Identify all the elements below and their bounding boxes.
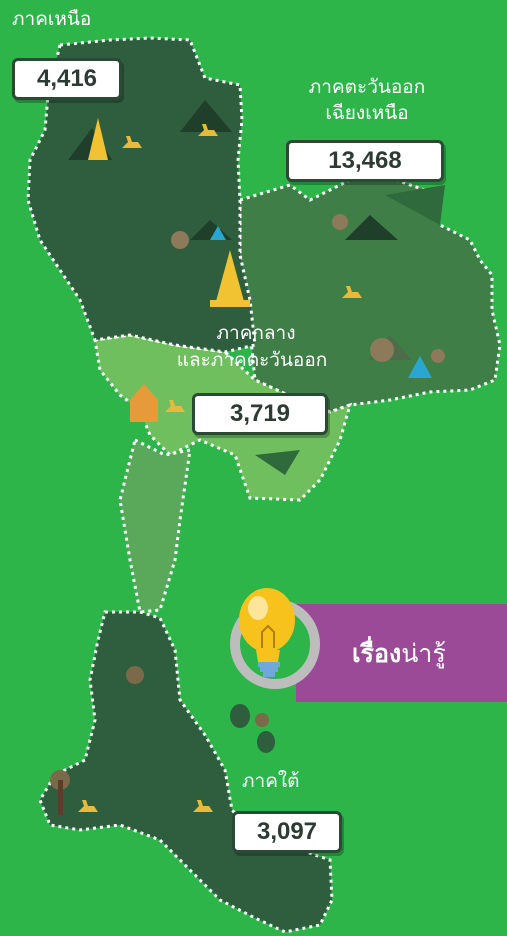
north-region-label: ภาคเหนือ [12, 8, 92, 30]
island [257, 731, 275, 753]
south-region-label: ภาคใต้ [242, 770, 300, 792]
northeast-region-label-line2: เฉียงเหนือ [325, 102, 409, 124]
banner-regular-text: น่ารู้ [401, 639, 446, 668]
central-lower-region [118, 437, 192, 614]
banner-text: เรื่องน่ารู้ [352, 634, 446, 674]
central-value-box: 3,719 [192, 393, 328, 435]
central-region-label-line1: ภาคกลาง [216, 322, 296, 344]
northeast-value-box: 13,468 [286, 140, 444, 182]
south-value-box: 3,097 [232, 811, 342, 853]
island [230, 704, 250, 728]
northeast-region-label-line1: ภาคตะวันออก [308, 76, 426, 98]
north-value-box: 4,416 [12, 58, 122, 100]
northeast-region [238, 176, 502, 414]
lightbulb-icon [222, 580, 332, 690]
banner-bold-text: เรื่อง [352, 639, 402, 668]
central-region-label-line2: และภาคตะวันออก [176, 349, 328, 371]
